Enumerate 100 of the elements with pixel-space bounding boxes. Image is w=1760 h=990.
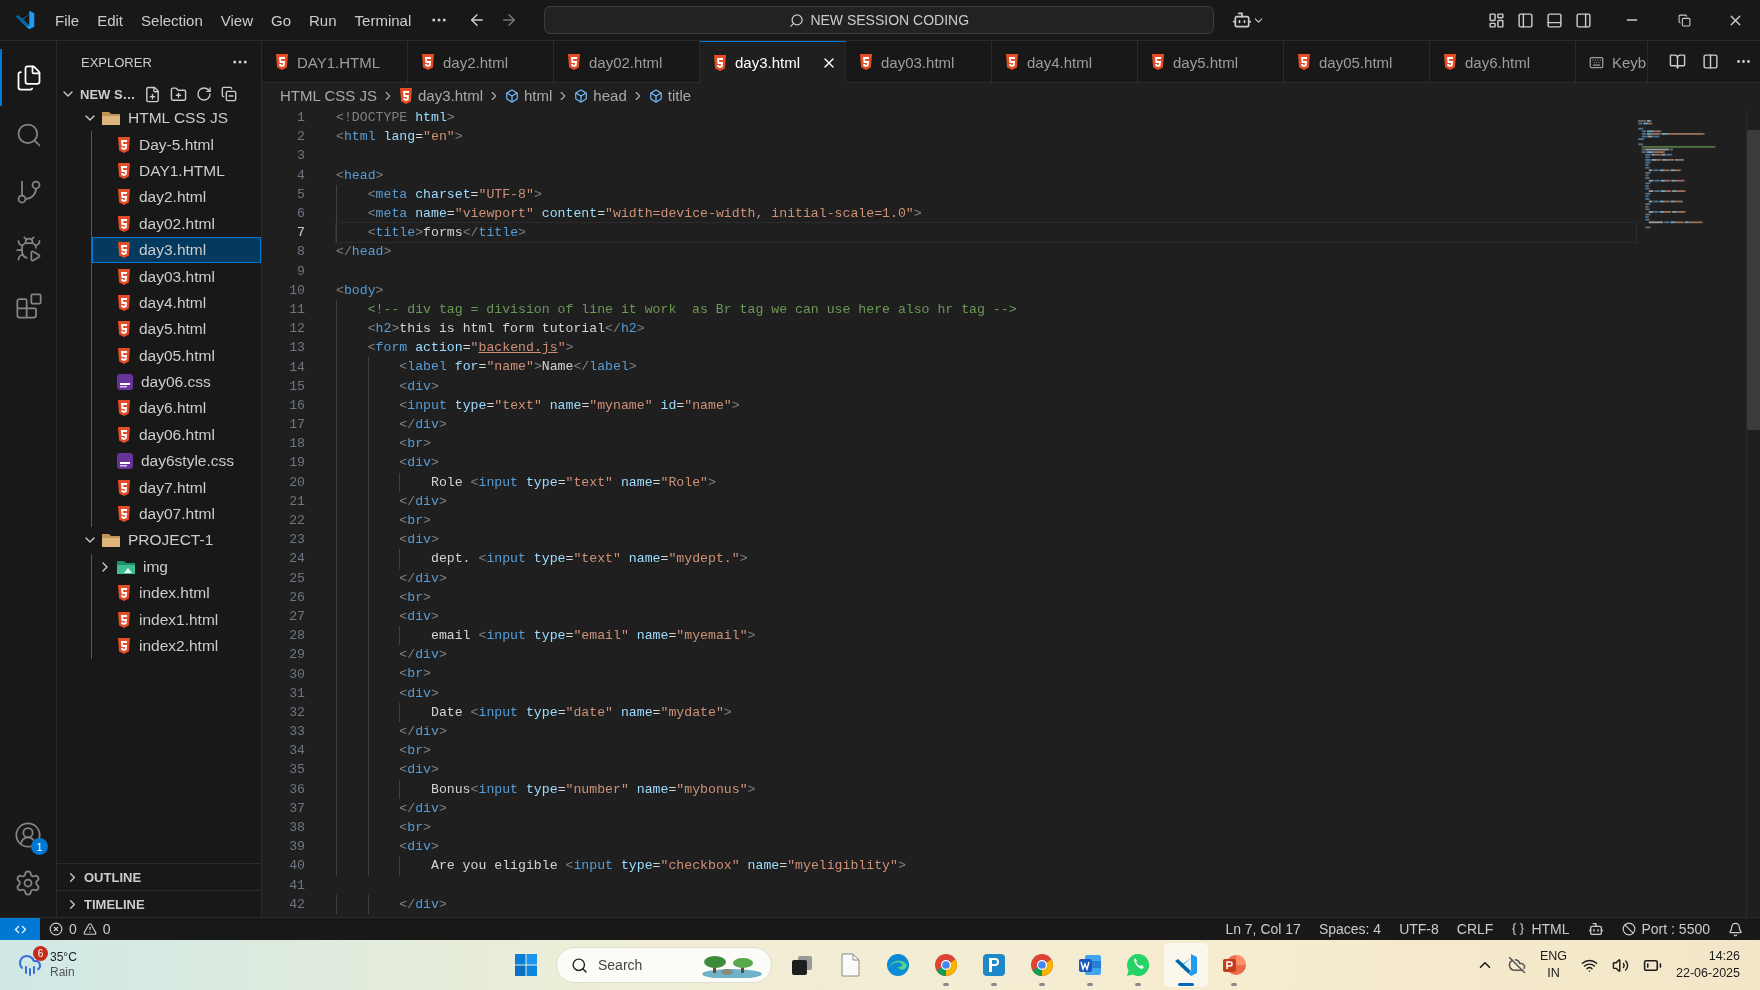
workspace-header[interactable]: NEW S… xyxy=(57,83,261,105)
settings-icon[interactable] xyxy=(14,869,42,897)
panel-right-icon[interactable] xyxy=(1575,11,1592,29)
panel-bottom-icon[interactable] xyxy=(1546,11,1563,29)
search-field[interactable]: Search xyxy=(556,947,772,983)
code-line: </div> xyxy=(398,492,448,511)
code-line: <html lang="en"> xyxy=(336,128,464,147)
code-line: <br> xyxy=(398,818,432,837)
tree-item[interactable]: day06.css xyxy=(92,368,261,396)
windows-logo-icon[interactable] xyxy=(514,953,538,977)
language-indicator[interactable]: ENG IN xyxy=(1539,948,1568,982)
html-file-icon xyxy=(117,400,131,417)
tree-item[interactable]: index.html xyxy=(92,580,261,607)
html-file-icon xyxy=(1297,54,1311,70)
html-file-icon xyxy=(117,506,131,523)
line-number: 27 xyxy=(288,608,306,624)
running-indicator xyxy=(1135,983,1141,986)
status-item[interactable]: UTF-8 xyxy=(1390,921,1448,937)
menu-item[interactable]: Selection xyxy=(132,7,212,33)
status-item[interactable]: Ln 7, Col 17 xyxy=(1216,921,1310,937)
image-folder-icon xyxy=(117,559,135,574)
port-status[interactable]: Port : 5500 xyxy=(1612,921,1719,937)
status-item[interactable]: Spaces: 4 xyxy=(1309,921,1391,937)
menu-item[interactable]: Edit xyxy=(88,7,133,33)
refresh-icon[interactable] xyxy=(195,86,212,102)
menu-item[interactable]: Run xyxy=(300,7,346,33)
tree-item[interactable]: index2.html xyxy=(92,632,261,660)
tree-item[interactable]: day4.html xyxy=(92,289,261,317)
html-file-icon xyxy=(859,54,873,70)
restore-icon[interactable] xyxy=(1678,13,1691,27)
tree-item[interactable]: day5.html xyxy=(92,316,261,343)
command-center[interactable]: NEW SESSION CODING xyxy=(544,6,1215,34)
panel-left-icon[interactable] xyxy=(1517,11,1534,29)
tree-item[interactable]: PROJECT-1 xyxy=(57,527,261,554)
tree-item[interactable]: day07.html xyxy=(92,500,261,528)
bell-icon[interactable] xyxy=(1728,921,1743,937)
files-icon xyxy=(15,63,43,92)
bug-play-icon xyxy=(15,234,43,263)
temperature: 35°C xyxy=(50,950,77,965)
book-icon[interactable] xyxy=(1669,53,1686,70)
bot-icon[interactable] xyxy=(1232,10,1253,30)
tree-item[interactable]: day6.html xyxy=(92,395,261,422)
tree-item[interactable]: DAY1.HTML xyxy=(92,157,261,185)
running-indicator xyxy=(1231,983,1237,986)
line-number: 39 xyxy=(288,839,306,855)
scrollbar-thumb[interactable] xyxy=(1747,130,1760,430)
line-number: 7 xyxy=(296,225,306,241)
code-line: Date <input type="date" name="mydate"> xyxy=(429,703,733,722)
code-line: <div> xyxy=(398,761,440,780)
tree-item[interactable]: day02.html xyxy=(92,210,261,237)
menu-item[interactable]: View xyxy=(211,7,262,33)
cloud-off-icon[interactable] xyxy=(1507,956,1526,974)
layout-icon[interactable] xyxy=(1488,11,1505,29)
html-file-icon xyxy=(117,294,131,311)
tree-item[interactable]: HTML CSS JS xyxy=(57,105,261,132)
tree-item[interactable]: day03.html xyxy=(92,263,261,290)
language-mode[interactable]: HTML xyxy=(1502,921,1579,937)
tree-item[interactable]: img xyxy=(92,553,261,581)
code-line: </div> xyxy=(398,416,448,434)
code-line: <input type="text" name="myname" id="name"> xyxy=(398,396,741,415)
tree-item[interactable]: day3.html xyxy=(92,236,261,264)
html-file-icon xyxy=(117,347,131,364)
menu-item[interactable]: File xyxy=(46,7,89,33)
panel-header[interactable]: OUTLINE xyxy=(57,863,261,890)
running-indicator xyxy=(1087,983,1093,986)
code-editor-logo-icon xyxy=(14,9,36,31)
tree-item[interactable]: index1.html xyxy=(92,606,261,633)
breadcrumb-item[interactable]: title xyxy=(648,87,692,104)
tree-item[interactable]: day06.html xyxy=(92,421,261,449)
line-number: 12 xyxy=(288,321,306,337)
html-file-icon xyxy=(117,268,131,285)
html-file-icon xyxy=(275,54,289,70)
line-number: 24 xyxy=(288,551,306,567)
tree-item[interactable]: day6style.css xyxy=(92,448,261,475)
running-indicator xyxy=(1039,983,1045,986)
breadcrumb-item[interactable]: HTML CSS JS xyxy=(280,87,377,104)
breadcrumb-item[interactable]: day3.html xyxy=(398,87,483,104)
code-line: <!DOCTYPE html> xyxy=(336,109,456,127)
clock[interactable]: 14:26 22-06-2025 xyxy=(1676,948,1740,982)
status-item[interactable]: CRLF xyxy=(1447,921,1503,937)
menu-item[interactable]: Terminal xyxy=(345,7,421,33)
menu-item[interactable]: Go xyxy=(262,7,300,33)
account-icon[interactable] xyxy=(14,821,42,849)
tree-item[interactable]: day7.html xyxy=(92,474,261,501)
tree-item[interactable]: day05.html xyxy=(92,342,261,369)
breadcrumb-item[interactable]: html xyxy=(505,87,553,104)
volume-icon[interactable] xyxy=(1612,956,1630,974)
bot-icon[interactable] xyxy=(1587,921,1604,937)
editor-tab[interactable]: day3.html xyxy=(700,41,846,83)
new-folder-icon[interactable] xyxy=(169,85,187,103)
remote-button[interactable] xyxy=(0,917,40,941)
breadcrumb-item[interactable]: head xyxy=(574,87,627,104)
problems-status[interactable]: 0 0 xyxy=(40,921,120,937)
line-number: 38 xyxy=(288,820,306,836)
collapse-all-icon[interactable] xyxy=(220,86,237,102)
tree-item[interactable]: Day-5.html xyxy=(92,131,261,158)
tree-item[interactable]: day2.html xyxy=(92,184,261,211)
split-editor-icon[interactable] xyxy=(1702,53,1719,70)
html-file-icon xyxy=(117,215,131,232)
new-file-icon[interactable] xyxy=(143,85,161,103)
